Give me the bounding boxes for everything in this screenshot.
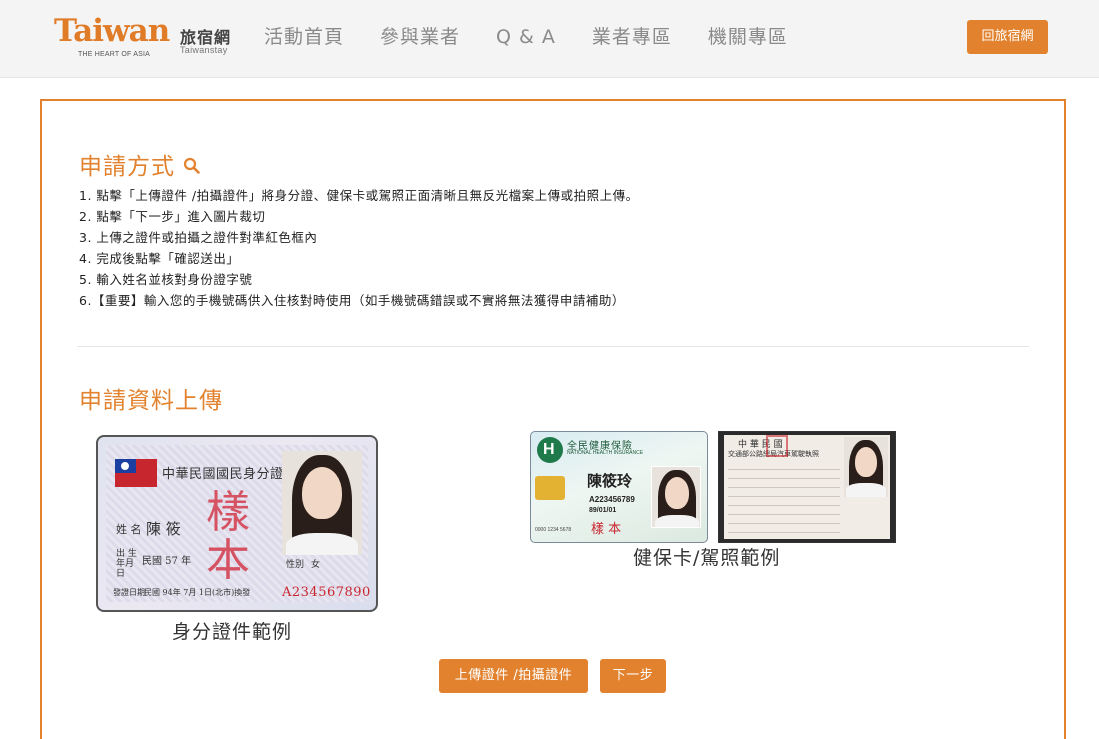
nhi-id-number: A223456789 [589,495,635,504]
upload-heading: 申請資料上傳 [79,388,223,414]
step-item: 5. 輸入姓名並核對身份證字號 [79,272,253,287]
nav-business-area[interactable]: 業者專區 [592,24,672,50]
id-card-title: 中華民國國民身分證 [162,467,284,482]
id-name-label: 姓 名 [116,523,142,536]
logo-tagline: THE HEART OF ASIA [78,51,150,58]
nhi-name: 陳筱玲 [587,472,633,490]
apply-steps-list: 1. 點擊「上傳證件 /拍攝證件」將身分證、健保卡或駕照正面清晰且無反光檔案上傳… [79,185,639,311]
step-item: 1. 點擊「上傳證件 /拍攝證件」將身分證、健保卡或駕照正面清晰且無反光檔案上傳… [79,188,639,203]
step-item: 3. 上傳之證件或拍攝之證件對準紅色框內 [79,230,318,245]
nhi-photo [651,466,701,528]
back-to-taiwanstay-button[interactable]: 回旅宿網 [967,20,1048,54]
apply-method-title: 申請方式 [79,154,175,180]
nhi-card-number: 0000 1234 5678 [535,527,572,533]
step-item: 6.【重要】輸入您的手機號碼供入住核對時使用（如手機號碼錯誤或不實將無法獲得申請… [79,293,625,308]
taiwan-stay-logo[interactable]: Taiwan 旅宿網 THE HEART OF ASIA Taiwanstay [54,14,244,62]
nav-agency-area[interactable]: 機關專區 [708,24,788,50]
search-icon [183,155,201,181]
step-item: 4. 完成後點擊「確認送出」 [79,251,240,266]
id-birth-value: 民國 57 年 [142,556,192,567]
nhi-license-caption: 健保卡/駕照範例 [633,547,781,569]
driver-license-sample-image: 中 華 民 國 交通部公路總局汽車駕駛執照 [718,431,896,543]
nhi-header-en: NATIONAL HEALTH INSURANCE [567,450,644,456]
next-step-button[interactable]: 下一步 [600,659,666,693]
chip-icon [535,476,565,500]
nav-activity-home[interactable]: 活動首頁 [264,24,344,50]
logo-subtitle: Taiwanstay [180,45,228,55]
nhi-card-sample-image: H 全民健康保險 NATIONAL HEALTH INSURANCE 陳筱玲 A… [530,431,708,543]
id-number: A234567890 [282,585,371,600]
logo-wordmark: Taiwan [54,13,170,49]
section-divider [77,346,1029,347]
nav-participating-businesses[interactable]: 參與業者 [380,24,460,50]
license-photo [844,437,888,497]
id-card-caption: 身分證件範例 [172,621,293,643]
id-card-sample-image: 中華民國國民身分證 姓 名 陳 筱 出 生 年月日 民國 57 年 性別 女 發… [96,435,378,612]
sample-stamp: 樣本 [206,487,250,586]
nav-qa[interactable]: Q & A [496,24,556,50]
application-panel: 申請方式 1. 點擊「上傳證件 /拍攝證件」將身分證、健保卡或駕照正面清晰且無反… [40,99,1066,739]
top-navigation-bar: Taiwan 旅宿網 THE HEART OF ASIA Taiwanstay … [0,0,1099,78]
id-gender-value: 女 [311,560,321,570]
nhi-logo-icon: H [537,437,563,463]
apply-method-heading: 申請方式 [79,147,201,181]
nhi-birth: 89/01/01 [589,507,617,514]
id-photo [282,451,362,555]
id-issue-value: 民國 94年 7月 1日(北市)換發 [144,588,251,597]
main-nav: 活動首頁 參與業者 Q & A 業者專區 機關專區 [264,24,824,50]
id-birth-label: 出 生 年月日 [116,549,137,579]
id-issue-label: 發證日期 [113,588,145,597]
license-seal [766,435,788,457]
id-gender-label: 性別 [286,560,305,570]
nhi-sample-stamp: 樣 本 [591,522,622,537]
taiwan-flag-icon [115,459,157,487]
step-item: 2. 點擊「下一步」進入圖片裁切 [79,209,266,224]
upload-photo-button[interactable]: 上傳證件 /拍攝證件 [439,659,588,693]
id-name-value: 陳 筱 [146,520,181,538]
license-data-rows [728,461,840,537]
